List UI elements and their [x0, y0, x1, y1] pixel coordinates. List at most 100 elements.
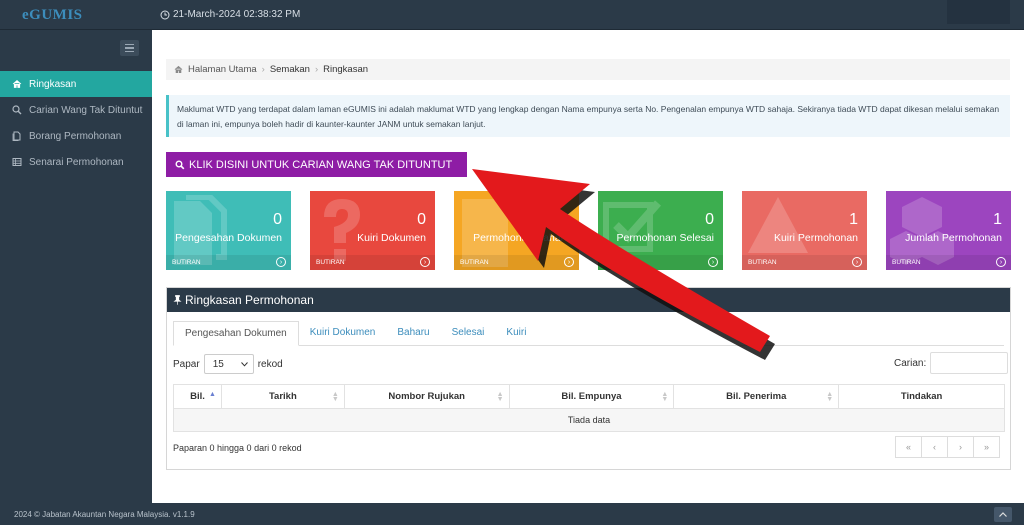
- table-filter: Carian:: [894, 352, 1009, 374]
- length-prefix: Papar: [173, 358, 200, 370]
- search-input[interactable]: [930, 352, 1009, 374]
- search-icon: [175, 160, 185, 169]
- chevron-down-icon: [240, 361, 248, 367]
- panel-header: Ringkasan Permohonan: [167, 288, 1010, 312]
- main-content: Halaman Utama › Semakan › Ringkasan Makl…: [152, 30, 1024, 503]
- sidebar: Ringkasan Carian Wang Tak Dituntut Boran…: [0, 30, 152, 503]
- sidebar-item-label: Borang Permohonan: [29, 130, 122, 142]
- arrow-circle-right-icon: ›: [564, 257, 574, 267]
- card-details-link[interactable]: BUTIRAN ›: [310, 255, 435, 270]
- info-alert: Maklumat WTD yang terdapat dalam laman e…: [166, 95, 1010, 137]
- card-details-link[interactable]: BUTIRAN ›: [742, 255, 867, 270]
- chevron-up-icon: [999, 512, 1007, 517]
- card-count: 1: [993, 211, 1002, 228]
- arrow-circle-right-icon: ›: [708, 257, 718, 267]
- card-kuiri-dokumen[interactable]: 0 Kuiri Dokumen BUTIRAN ›: [310, 191, 435, 270]
- card-label: Kuiri Dokumen: [357, 232, 426, 244]
- summary-panel: Ringkasan Permohonan Pengesahan Dokumen …: [166, 287, 1011, 470]
- column-header-bil-empunya[interactable]: Bil. Empunya ▲ ▼: [508, 384, 675, 409]
- card-label: Pengesahan Dokumen: [175, 232, 282, 244]
- first-page-button[interactable]: «: [895, 436, 922, 458]
- chevron-right-icon: ›: [261, 64, 265, 75]
- scroll-to-top-button[interactable]: [994, 507, 1012, 522]
- card-label: Jumlah Permohonan: [905, 232, 1002, 244]
- card-permohonan-selesai[interactable]: 0 Permohonan Selesai BUTIRAN ›: [598, 191, 723, 270]
- column-header-tarikh[interactable]: Tarikh ▲ ▼: [220, 384, 345, 409]
- previous-page-button[interactable]: ‹: [921, 436, 948, 458]
- filter-label: Carian:: [894, 357, 927, 369]
- home-icon: [174, 65, 183, 74]
- next-page-button[interactable]: ›: [947, 436, 974, 458]
- column-label: Bil. Empunya: [561, 391, 622, 402]
- column-label: Tarikh: [268, 391, 297, 402]
- pagination: « ‹ › »: [895, 436, 1000, 458]
- card-details-link[interactable]: BUTIRAN ›: [598, 255, 723, 270]
- breadcrumb: Halaman Utama › Semakan › Ringkasan: [166, 59, 1010, 80]
- pin-icon: [173, 295, 182, 305]
- table-info: Paparan 0 hingga 0 dari 0 rekod: [173, 443, 302, 453]
- sidebar-item-ringkasan[interactable]: Ringkasan: [0, 71, 152, 97]
- tab-baharu[interactable]: Baharu: [386, 321, 440, 346]
- summary-table: Bil. ▲ Tarikh ▲ ▼ Nombor Rujukan ▲ ▼ Bil. Emp…: [173, 384, 1005, 432]
- tab-pengesahan-dokumen[interactable]: Pengesahan Dokumen: [173, 321, 299, 346]
- table-header-row: Bil. ▲ Tarikh ▲ ▼ Nombor Rujukan ▲ ▼ Bil. Emp…: [173, 384, 1005, 409]
- column-label: Nombor Rujukan: [388, 391, 465, 402]
- empty-table-message: Tiada data: [173, 408, 1005, 432]
- sidebar-item-senarai[interactable]: Senarai Permohonan: [0, 149, 152, 175]
- sidebar-item-carian[interactable]: Carian Wang Tak Dituntut: [0, 97, 152, 123]
- datetime-display: 21-March-2024 02:38:32 PM: [160, 9, 300, 20]
- page-length-control: Papar 15 rekod: [173, 354, 283, 374]
- card-kuiri-permohonan[interactable]: 1 Kuiri Permohonan BUTIRAN ›: [742, 191, 867, 270]
- chevron-right-icon: ›: [314, 64, 319, 75]
- sort-icon: ▲ ▼: [826, 391, 834, 403]
- last-page-button[interactable]: »: [973, 436, 1000, 458]
- sort-icon: ▲ ▼: [496, 391, 504, 403]
- search-icon: [12, 105, 22, 115]
- card-pengesahan-dokumen[interactable]: 0 Pengesahan Dokumen BUTIRAN ›: [166, 191, 291, 270]
- column-header-bil[interactable]: Bil. ▲: [173, 384, 222, 409]
- card-label: Permohonan Baharu: [473, 232, 570, 244]
- file-icon: [12, 131, 21, 141]
- card-details-link[interactable]: BUTIRAN ›: [454, 255, 579, 270]
- card-footer-label: BUTIRAN: [172, 259, 201, 266]
- arrow-circle-right-icon: ›: [276, 257, 286, 267]
- sidebar-toggle-button[interactable]: [120, 40, 139, 56]
- tab-kuiri[interactable]: Kuiri: [495, 321, 537, 346]
- card-count: 1: [849, 211, 858, 228]
- card-details-link[interactable]: BUTIRAN ›: [886, 255, 1011, 270]
- tab-selesai[interactable]: Selesai: [441, 321, 496, 346]
- column-label: Bil. Penerima: [726, 391, 787, 402]
- column-header-nombor-rujukan[interactable]: Nombor Rujukan ▲ ▼: [343, 384, 510, 409]
- card-permohonan-baharu[interactable]: 0 Permohonan Baharu BUTIRAN ›: [454, 191, 579, 270]
- search-unclaimed-money-button[interactable]: KLIK DISINI UNTUK CARIAN WANG TAK DITUNT…: [166, 152, 467, 177]
- column-label: Bil.: [190, 391, 205, 402]
- breadcrumb-semakan[interactable]: Semakan: [270, 64, 310, 75]
- card-footer-label: BUTIRAN: [604, 259, 633, 266]
- footer-text: 2024 © Jabatan Akauntan Negara Malaysia.…: [14, 509, 195, 519]
- home-icon: [12, 79, 22, 88]
- tab-kuiri-dokumen[interactable]: Kuiri Dokumen: [299, 321, 387, 346]
- sidebar-item-borang[interactable]: Borang Permohonan: [0, 123, 152, 149]
- user-menu[interactable]: [947, 0, 1010, 24]
- breadcrumb-home[interactable]: Halaman Utama: [188, 64, 257, 75]
- card-footer-label: BUTIRAN: [316, 259, 345, 266]
- card-details-link[interactable]: BUTIRAN ›: [166, 255, 291, 270]
- footer: 2024 © Jabatan Akauntan Negara Malaysia.…: [0, 503, 1024, 525]
- page-length-select[interactable]: 15: [203, 354, 254, 374]
- datetime-text: 21-March-2024 02:38:32 PM: [173, 9, 301, 20]
- card-count: 0: [417, 211, 426, 228]
- card-label: Kuiri Permohonan: [773, 232, 858, 244]
- tab-bar: Pengesahan Dokumen Kuiri Dokumen Baharu …: [173, 321, 1004, 346]
- card-count: 0: [561, 211, 570, 228]
- column-header-tindakan: Tindakan: [838, 384, 1005, 409]
- sort-asc-icon: ▲: [209, 391, 216, 398]
- sort-icon: ▲ ▼: [661, 391, 669, 403]
- arrow-circle-right-icon: ›: [420, 257, 430, 267]
- column-label: Tindakan: [900, 391, 943, 402]
- card-jumlah-permohonan[interactable]: 1 Jumlah Permohonan BUTIRAN ›: [886, 191, 1011, 270]
- clock-icon: [160, 10, 170, 19]
- column-header-bil-penerima[interactable]: Bil. Penerima ▲ ▼: [673, 384, 840, 409]
- app-logo[interactable]: eGUMIS: [22, 7, 83, 24]
- sidebar-item-label: Ringkasan: [29, 78, 77, 90]
- card-count: 0: [273, 211, 282, 228]
